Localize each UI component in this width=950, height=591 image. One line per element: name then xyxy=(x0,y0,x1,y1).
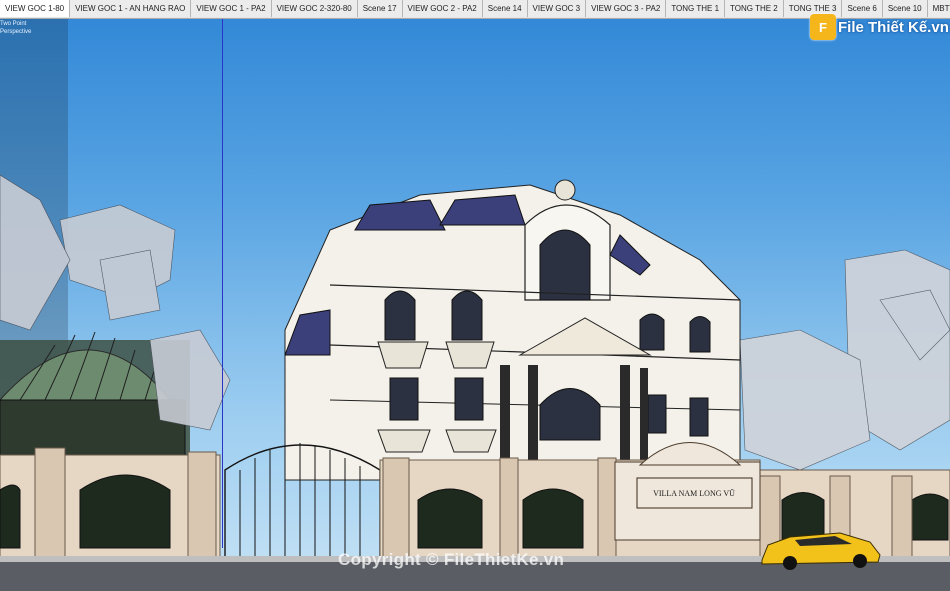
villa-sign-text: VILLA NAM LONG VŨ xyxy=(653,488,735,498)
scene-tab[interactable]: VIEW GOC 1 - AN HANG RAO xyxy=(70,0,192,17)
scene-tab[interactable]: VIEW GOC 2-320-80 xyxy=(271,0,358,17)
scene-tab[interactable]: TONG THE 2 xyxy=(725,0,784,17)
logo-text: File Thiết Kế.vn xyxy=(838,18,949,36)
villa-building xyxy=(284,179,741,481)
villa-render: VILLA NAM LONG VŨ xyxy=(0,174,950,591)
blue-axis-line xyxy=(222,18,223,548)
view-info-line2: Perspective xyxy=(0,29,32,35)
scene-tab[interactable]: VIEW GOC 1-80 xyxy=(0,0,71,17)
scene-tab[interactable]: VIEW GOC 3 - PA2 xyxy=(586,0,667,17)
scene-tab[interactable]: Scene 14 xyxy=(482,0,528,17)
camera-view-label: Two Point Perspective xyxy=(0,20,31,36)
sketchup-viewport[interactable]: VIEW GOC 1-80 VIEW GOC 1 - AN HANG RAO VIE… xyxy=(0,0,950,591)
filethietke-logo: F File Thiết Kế.vn xyxy=(810,14,949,40)
scene-tab[interactable]: Scene 17 xyxy=(357,0,403,17)
tree-right xyxy=(739,249,950,471)
scene-tab[interactable]: VIEW GOC 2 - PA2 xyxy=(402,0,483,17)
scene-tab-bar: VIEW GOC 1-80 VIEW GOC 1 - AN HANG RAO VIE… xyxy=(0,0,950,19)
scene-tab[interactable]: TONG THE 1 xyxy=(666,0,726,17)
logo-mark-icon: F xyxy=(810,14,836,40)
scene-tab[interactable]: VIEW GOC 1 - PA2 xyxy=(191,0,272,17)
view-info-line1: Two Point xyxy=(0,21,27,27)
copyright-watermark: Copyright © FileThietKe.vn xyxy=(338,550,565,569)
scene-tab[interactable]: VIEW GOC 3 xyxy=(527,0,587,17)
